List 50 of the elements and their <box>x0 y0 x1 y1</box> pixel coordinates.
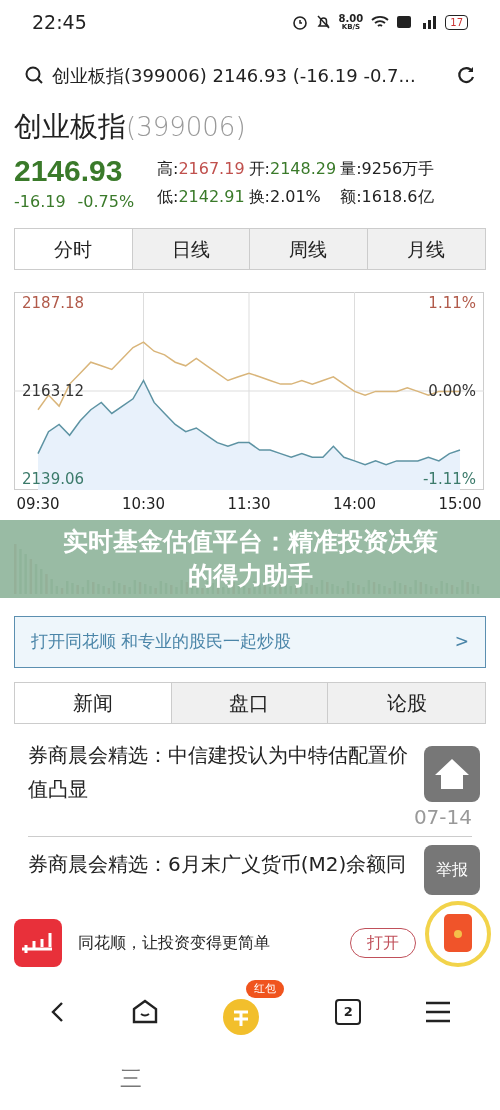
mute-bell-icon <box>315 14 331 30</box>
chart-tab[interactable]: 日线 <box>132 229 250 269</box>
alarm-icon <box>291 14 308 30</box>
floating-home-button[interactable] <box>424 746 480 802</box>
time-label: 15:00 <box>438 494 482 515</box>
promo-link-banner[interactable]: 打开同花顺 和专业的股民一起炒股 > <box>14 616 486 668</box>
price-change-percent: -0.75% <box>77 191 135 213</box>
quote-stat: 量:9256万手 <box>340 158 435 180</box>
status-time: 22:45 <box>32 9 87 35</box>
index-name: 创业板指 <box>14 109 126 145</box>
quote-stat: 额:1618.6亿 <box>340 186 435 208</box>
tab-count-button[interactable]: 2 <box>335 999 362 1025</box>
envelope-icon[interactable] <box>424 900 492 968</box>
report-button[interactable]: 举报 <box>424 845 480 895</box>
time-label: 10:30 <box>121 494 166 515</box>
chart-tab[interactable]: 周线 <box>250 229 368 269</box>
news-headline[interactable]: 券商晨会精选：6月末广义货币(M2)余额同 <box>28 847 407 881</box>
quote-stat: 高:2167.19 <box>157 158 245 180</box>
quote-stat: 换:2.01% <box>248 186 322 208</box>
caption-banner: 实时基金估值平台：精准投资决策的得力助手 <box>0 520 500 598</box>
menu-icon[interactable] <box>424 1000 453 1024</box>
wifi-icon <box>371 15 390 29</box>
home-icon[interactable] <box>130 998 159 1026</box>
time-label: 11:30 <box>227 494 271 515</box>
bonus-badge: 红包 <box>245 980 284 998</box>
battery-indicator: 17 <box>445 14 468 30</box>
quote-stat: 开:2148.29 <box>248 158 337 180</box>
news-tab[interactable]: 论股 <box>328 683 485 723</box>
index-price: 2146.93 <box>14 153 124 189</box>
news-headline[interactable]: 券商晨会精选：中信建投认为中特估配置价值凸显 <box>28 738 418 806</box>
news-tab[interactable]: 盘口 <box>171 683 329 723</box>
index-code: (399006) <box>126 111 246 144</box>
price-change: -16.19 <box>14 191 66 213</box>
quote-stat: 低:2142.91 <box>157 186 245 208</box>
net-speed: 8.00 <box>338 13 364 24</box>
time-label: 14:00 <box>332 494 377 515</box>
chart-tab[interactable]: 月线 <box>367 229 485 269</box>
axis-label: 1.11% <box>427 294 477 312</box>
refresh-icon[interactable] <box>456 65 476 85</box>
house-icon <box>433 757 471 791</box>
news-date: 07-14 <box>413 804 472 831</box>
app-logo-icon <box>14 919 62 967</box>
axis-label: 2139.06 <box>21 470 86 488</box>
time-label: 09:30 <box>16 494 60 515</box>
address-bar-text[interactable]: 创业板指(399006) 2146.93 (-16.19 -0.7... <box>52 61 448 89</box>
axis-label: -1.11% <box>421 470 477 488</box>
search-icon <box>24 65 44 85</box>
axis-label: 2187.18 <box>21 294 86 312</box>
app-banner-text: 同花顺，让投资变得更简单 <box>78 932 271 954</box>
system-menu-glyph[interactable]: 三 <box>120 1061 142 1095</box>
